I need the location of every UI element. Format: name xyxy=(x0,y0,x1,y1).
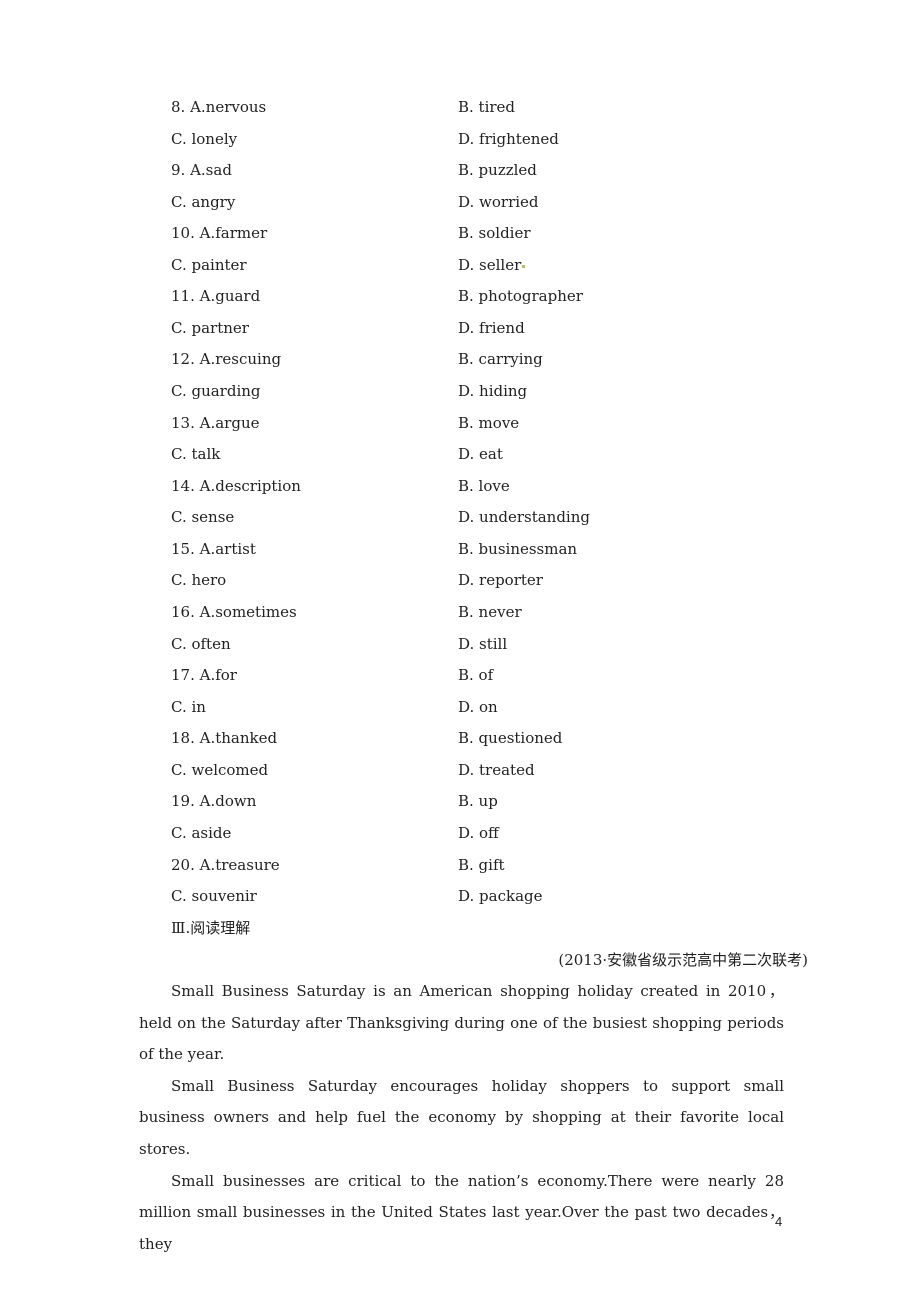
option-b: B. soldier xyxy=(458,224,531,242)
option-c: C. often xyxy=(171,635,231,653)
option-d: D. worried xyxy=(458,193,539,211)
option-b: B. move xyxy=(458,414,520,432)
option-d: D. off xyxy=(458,824,499,842)
source-citation: (2013·安徽省级示范高中第二次联考) xyxy=(558,951,808,969)
option-b: B. businessman xyxy=(458,540,578,558)
edit-mark-icon xyxy=(522,265,526,268)
option-a: 18. A.thanked xyxy=(171,729,278,747)
option-d: D. seller xyxy=(458,255,526,275)
option-b: B. photographer xyxy=(458,287,583,305)
option-c: C. guarding xyxy=(171,382,261,400)
option-b: B. of xyxy=(458,666,494,684)
option-a: 14. A.description xyxy=(171,477,301,495)
option-a: 11. A.guard xyxy=(171,287,261,305)
option-c: C. souvenir xyxy=(171,887,257,905)
option-c: C. welcomed xyxy=(171,761,269,779)
option-b: B. carrying xyxy=(458,350,543,368)
option-d: D. treated xyxy=(458,761,535,779)
option-a: 13. A.argue xyxy=(171,414,260,432)
option-a: 8. A.nervous xyxy=(171,98,267,116)
option-b: B. puzzled xyxy=(458,161,537,179)
option-d: D. friend xyxy=(458,319,525,337)
option-d: D. understanding xyxy=(458,508,590,526)
option-b: B. gift xyxy=(458,856,505,874)
option-c: C. partner xyxy=(171,319,249,337)
option-c: C. sense xyxy=(171,508,235,526)
option-d: D. frightened xyxy=(458,130,559,148)
option-b: B. questioned xyxy=(458,729,563,747)
option-b: B. tired xyxy=(458,98,516,116)
option-b: B. love xyxy=(458,477,510,495)
option-d: D. hiding xyxy=(458,382,528,400)
reading-passage: Small Business Saturday is an American s… xyxy=(139,976,784,1260)
passage-paragraph: Small Business Saturday encourages holid… xyxy=(139,1076,784,1158)
option-d: D. eat xyxy=(458,445,503,463)
option-d: D. reporter xyxy=(458,571,543,589)
option-b: B. up xyxy=(458,792,498,810)
option-a: 9. A.sad xyxy=(171,161,232,179)
option-c: C. angry xyxy=(171,193,236,211)
option-c: C. hero xyxy=(171,571,227,589)
passage-paragraph: Small businesses are critical to the nat… xyxy=(139,1171,784,1253)
option-b: B. never xyxy=(458,603,522,621)
passage-paragraph: Small Business Saturday is an American s… xyxy=(139,982,784,1064)
option-a: 16. A.sometimes xyxy=(171,603,297,621)
option-c: C. in xyxy=(171,698,206,716)
option-d-text: D. seller xyxy=(458,256,522,274)
option-c: C. talk xyxy=(171,445,221,463)
option-c: C. lonely xyxy=(171,130,238,148)
option-d: D. on xyxy=(458,698,498,716)
option-d: D. package xyxy=(458,887,543,905)
option-a: 19. A.down xyxy=(171,792,257,810)
section-heading: Ⅲ.阅读理解 xyxy=(171,919,251,937)
option-c: C. painter xyxy=(171,256,247,274)
document-page: 8. A.nervous B. tired C. lonely D. frigh… xyxy=(0,0,920,1302)
page-number: 4 xyxy=(775,1214,783,1229)
option-d: D. still xyxy=(458,635,508,653)
option-c: C. aside xyxy=(171,824,232,842)
option-a: 10. A.farmer xyxy=(171,224,268,242)
option-a: 15. A.artist xyxy=(171,540,256,558)
option-a: 12. A.rescuing xyxy=(171,350,282,368)
option-a: 17. A.for xyxy=(171,666,237,684)
option-a: 20. A.treasure xyxy=(171,856,280,874)
